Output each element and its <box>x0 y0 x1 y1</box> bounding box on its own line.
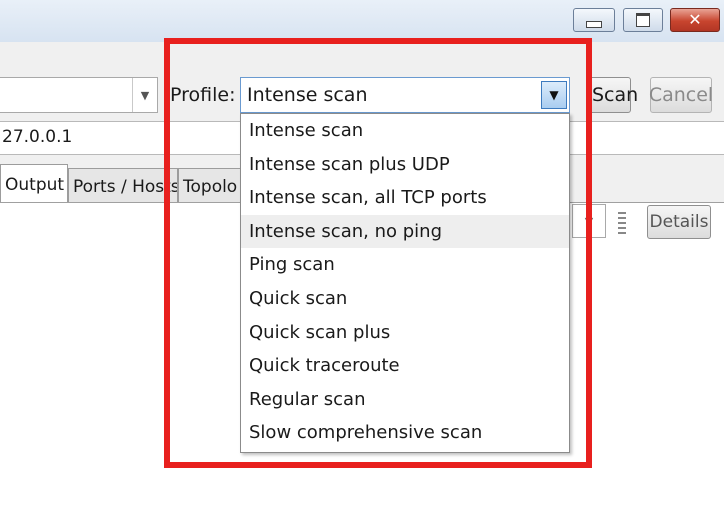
target-combobox[interactable]: ▼ <box>0 77 158 113</box>
profile-label: Profile: <box>170 84 236 106</box>
cancel-button[interactable]: Cancel <box>649 77 713 113</box>
close-button[interactable]: ✕ <box>670 8 720 32</box>
grip-handle-icon[interactable] <box>618 212 626 234</box>
minimize-icon <box>586 20 602 28</box>
tab-ports-hosts[interactable]: Ports / Hosts <box>68 168 178 202</box>
dropdown-option-hovered[interactable]: Intense scan, no ping <box>241 214 569 249</box>
title-bar: ✕ <box>0 0 724 42</box>
maximize-icon <box>636 13 650 27</box>
dropdown-option[interactable]: Intense scan, all TCP ports <box>241 181 569 215</box>
dropdown-option[interactable]: Intense scan plus UDP <box>241 148 569 182</box>
dropdown-option[interactable]: Quick scan plus <box>241 316 569 350</box>
profile-dropdown-list: Intense scan Intense scan plus UDP Inten… <box>240 113 570 453</box>
maximize-button[interactable] <box>623 8 663 32</box>
host-selector-dropdown[interactable]: ▼ <box>572 204 606 238</box>
dropdown-option[interactable]: Quick traceroute <box>241 349 569 383</box>
profile-combobox[interactable]: Intense scan ▼ <box>240 77 570 113</box>
dropdown-option[interactable]: Ping scan <box>241 248 569 282</box>
dropdown-option[interactable]: Slow comprehensive scan <box>241 416 569 450</box>
chevron-down-icon: ▼ <box>140 88 150 102</box>
dropdown-option[interactable]: Quick scan <box>241 282 569 316</box>
tab-label: Topolo <box>183 177 238 197</box>
profile-dropdown-button[interactable]: ▼ <box>541 81 567 109</box>
target-dropdown-button[interactable]: ▼ <box>132 78 157 112</box>
command-value: 27.0.0.1 <box>2 127 73 147</box>
profile-selected-value: Intense scan <box>247 84 368 106</box>
tab-label: Ports / Hosts <box>73 177 178 197</box>
scan-button[interactable]: Scan <box>589 77 638 113</box>
minimize-button[interactable] <box>573 8 615 32</box>
dropdown-option[interactable]: Regular scan <box>241 383 569 417</box>
chevron-down-icon: ▼ <box>584 214 594 228</box>
tab-label: Output <box>5 175 65 195</box>
close-icon: ✕ <box>688 10 702 29</box>
tab-output[interactable]: Output <box>0 164 68 202</box>
details-button[interactable]: Details <box>647 205 711 239</box>
chevron-down-icon: ▼ <box>549 88 559 102</box>
dropdown-option[interactable]: Intense scan <box>241 114 569 148</box>
